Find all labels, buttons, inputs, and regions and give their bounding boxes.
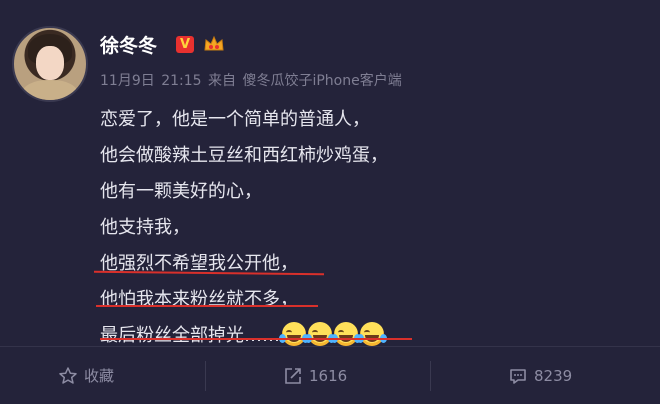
comment-button[interactable]: 8239 bbox=[508, 347, 572, 404]
post-meta: 11月9日 21:15 来自 傻冬瓜饺子iPhone客户端 bbox=[100, 70, 404, 90]
crying-laughing-emoji-icon bbox=[305, 322, 335, 346]
content-line: 他强烈不希望我公开他， bbox=[100, 253, 298, 274]
content-line-text: 最后粉丝全部掉光…… bbox=[100, 325, 280, 346]
username[interactable]: 徐冬冬 bbox=[100, 31, 157, 58]
action-bar: 收藏 1616 8239 bbox=[0, 346, 660, 404]
post-date[interactable]: 11月9日 bbox=[100, 73, 155, 89]
content-line: 他支持我， bbox=[100, 217, 190, 238]
favorite-label: 收藏 bbox=[84, 367, 115, 385]
post-time[interactable]: 21:15 bbox=[161, 73, 201, 89]
action-divider bbox=[205, 361, 206, 391]
post-content: 恋爱了，他是一个简单的普通人， 他会做酸辣土豆丝和西红柿炒鸡蛋， 他有一颗美好的… bbox=[100, 102, 388, 354]
action-divider bbox=[430, 361, 431, 391]
star-icon bbox=[59, 366, 77, 384]
avatar[interactable] bbox=[12, 26, 88, 102]
content-line: 他有一颗美好的心， bbox=[100, 181, 262, 202]
crying-laughing-emoji-icon bbox=[357, 322, 387, 346]
comment-icon bbox=[510, 368, 526, 384]
content-line: 恋爱了，他是一个简单的普通人， bbox=[100, 109, 370, 130]
repost-icon bbox=[285, 367, 301, 384]
comment-count: 8239 bbox=[534, 366, 573, 385]
favorite-button[interactable]: 收藏 bbox=[58, 347, 114, 404]
verified-badge-icon[interactable]: V bbox=[176, 36, 194, 53]
content-line: 他怕我本来粉丝就不多， bbox=[100, 289, 298, 310]
crying-laughing-emoji-icon bbox=[279, 322, 309, 346]
red-underline-annotation bbox=[96, 305, 318, 307]
content-line: 他会做酸辣土豆丝和西红柿炒鸡蛋， bbox=[100, 145, 388, 166]
repost-count: 1616 bbox=[309, 366, 348, 385]
repost-button[interactable]: 1616 bbox=[283, 347, 347, 404]
from-label: 来自 bbox=[208, 73, 236, 89]
crown-badge-icon[interactable] bbox=[203, 34, 225, 54]
red-underline-annotation bbox=[100, 338, 412, 340]
crying-laughing-emoji-icon bbox=[331, 322, 361, 346]
client-link[interactable]: 傻冬瓜饺子iPhone客户端 bbox=[242, 73, 401, 89]
